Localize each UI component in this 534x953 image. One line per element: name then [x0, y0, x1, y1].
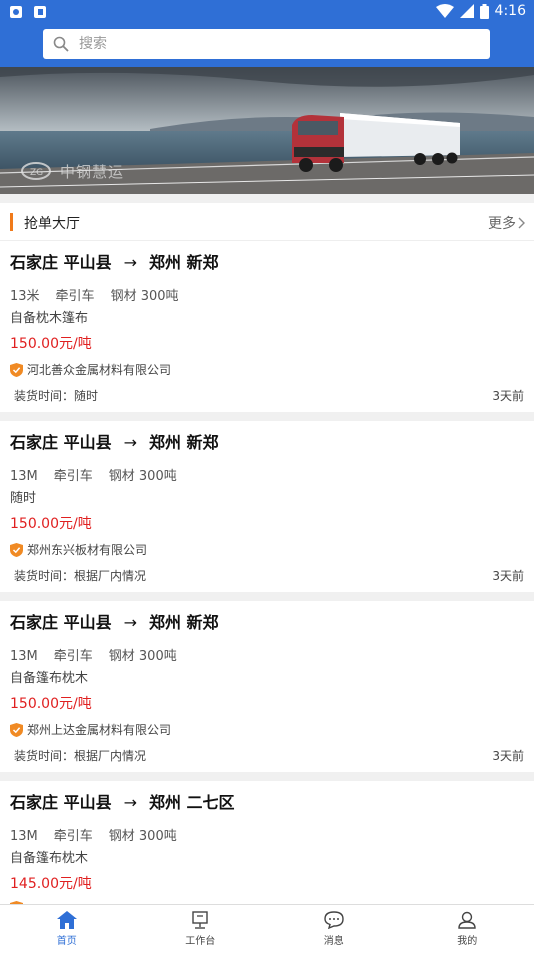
- search-icon: [53, 36, 69, 52]
- order-specs: 13M 牵引车 钢材 300吨: [10, 645, 193, 664]
- verified-shield-icon: [10, 543, 23, 557]
- vehicle-type: 牵引车: [54, 649, 93, 664]
- order-note: 自备篷布枕木: [10, 847, 88, 866]
- load-time: 装货时间：随时: [14, 387, 98, 404]
- posted-time: 3天前: [492, 387, 524, 404]
- company-name: 郑州上达金属材料有限公司: [27, 721, 171, 738]
- chevron-right-icon: [518, 217, 526, 229]
- more-label: 更多: [488, 213, 516, 233]
- order-card[interactable]: 石家庄 平山县 → 郑州 新郑 13M 牵引车 钢材 300吨 自备篷布枕木 150.0…: [0, 601, 534, 772]
- route-arrow-icon: →: [124, 433, 137, 452]
- truck-length: 13M: [10, 649, 38, 664]
- workbench-icon: [190, 911, 210, 929]
- order-destination: 郑州 新郑: [149, 433, 219, 452]
- order-origin: 石家庄 平山县: [10, 253, 112, 272]
- posted-time: 3天前: [492, 747, 524, 764]
- order-route: 石家庄 平山县 → 郑州 新郑: [10, 429, 219, 453]
- order-origin: 石家庄 平山县: [10, 433, 112, 452]
- cargo: 钢材 300吨: [111, 289, 179, 304]
- app-notification-icon: [34, 6, 46, 18]
- tab-label: 工作台: [185, 932, 215, 947]
- clock: 4:16: [495, 3, 526, 19]
- order-origin: 石家庄 平山县: [10, 793, 112, 812]
- order-specs: 13M 牵引车 钢材 300吨: [10, 465, 193, 484]
- order-company: 河北善众金属材料有限公司: [10, 361, 171, 378]
- order-card[interactable]: 石家庄 平山县 → 郑州 新郑 13米 牵引车 钢材 300吨 自备枕木篷布 150.0…: [0, 241, 534, 412]
- tab-messages[interactable]: 消息: [267, 905, 401, 953]
- order-origin: 石家庄 平山县: [10, 613, 112, 632]
- route-arrow-icon: →: [124, 613, 137, 632]
- section-title: 抢单大厅: [24, 213, 80, 233]
- order-destination: 郑州 新郑: [149, 613, 219, 632]
- order-route: 石家庄 平山县 → 郑州 新郑: [10, 609, 219, 633]
- signal-icon: [460, 4, 474, 18]
- banner-image[interactable]: ZG 中钢慧运: [0, 67, 534, 194]
- vehicle-type: 牵引车: [54, 829, 93, 844]
- order-note: 自备篷布枕木: [10, 667, 88, 686]
- tab-workbench[interactable]: 工作台: [134, 905, 268, 953]
- section-header: 抢单大厅 更多: [0, 203, 534, 241]
- order-note: 随时: [10, 487, 36, 506]
- truck-length: 13M: [10, 829, 38, 844]
- vehicle-type: 牵引车: [56, 289, 95, 304]
- order-destination: 郑州 新郑: [149, 253, 219, 272]
- order-price: 150.00元/吨: [10, 513, 92, 533]
- order-price: 150.00元/吨: [10, 333, 92, 353]
- more-link[interactable]: 更多: [488, 213, 526, 233]
- tab-label: 我的: [457, 932, 477, 947]
- search-box[interactable]: [43, 29, 490, 59]
- truck-length: 13米: [10, 289, 40, 304]
- home-icon: [57, 911, 77, 929]
- order-specs: 13M 牵引车 钢材 300吨: [10, 825, 193, 844]
- search-input[interactable]: [77, 35, 461, 53]
- verified-shield-icon: [10, 723, 23, 737]
- order-route: 石家庄 平山县 → 郑州 二七区: [10, 789, 235, 813]
- vehicle-type: 牵引车: [54, 469, 93, 484]
- truck-length: 13M: [10, 469, 38, 484]
- order-company: 郑州上达金属材料有限公司: [10, 721, 171, 738]
- message-icon: [324, 911, 344, 929]
- order-price: 150.00元/吨: [10, 693, 92, 713]
- tab-label: 消息: [324, 932, 344, 947]
- order-destination: 郑州 二七区: [149, 793, 235, 812]
- order-company: 郑州东兴板材有限公司: [10, 541, 147, 558]
- route-arrow-icon: →: [124, 253, 137, 272]
- order-card[interactable]: 石家庄 平山县 → 郑州 二七区 13M 牵引车 钢材 300吨 自备篷布枕木 145.…: [0, 781, 534, 904]
- cargo: 钢材 300吨: [109, 649, 177, 664]
- user-icon: [457, 911, 477, 929]
- verified-shield-icon: [10, 363, 23, 377]
- order-note: 自备枕木篷布: [10, 307, 88, 326]
- order-specs: 13米 牵引车 钢材 300吨: [10, 285, 195, 304]
- company-name: 郑州东兴板材有限公司: [27, 541, 147, 558]
- tab-profile[interactable]: 我的: [401, 905, 534, 953]
- svg-text:ZG: ZG: [30, 168, 43, 178]
- company-name: 河北善众金属材料有限公司: [27, 361, 171, 378]
- banner-watermark: 中钢慧运: [60, 161, 124, 182]
- tab-label: 首页: [57, 932, 77, 947]
- wifi-icon: [436, 4, 454, 18]
- battery-icon: [480, 4, 489, 19]
- cargo: 钢材 300吨: [109, 829, 177, 844]
- order-price: 145.00元/吨: [10, 873, 92, 893]
- bottom-tab-bar: 首页 工作台 消息 我的: [0, 904, 534, 953]
- order-route: 石家庄 平山县 → 郑州 新郑: [10, 249, 219, 273]
- order-card[interactable]: 石家庄 平山县 → 郑州 新郑 13M 牵引车 钢材 300吨 随时 150.00元/吨…: [0, 421, 534, 592]
- posted-time: 3天前: [492, 567, 524, 584]
- load-time: 装货时间：根据厂内情况: [14, 747, 146, 764]
- route-arrow-icon: →: [124, 793, 137, 812]
- cargo: 钢材 300吨: [109, 469, 177, 484]
- load-time: 装货时间：根据厂内情况: [14, 567, 146, 584]
- status-bar: 4:16: [0, 0, 534, 26]
- header: [0, 26, 534, 67]
- section-accent-bar: [10, 213, 13, 231]
- shield-notification-icon: [10, 6, 22, 18]
- tab-home[interactable]: 首页: [0, 905, 134, 953]
